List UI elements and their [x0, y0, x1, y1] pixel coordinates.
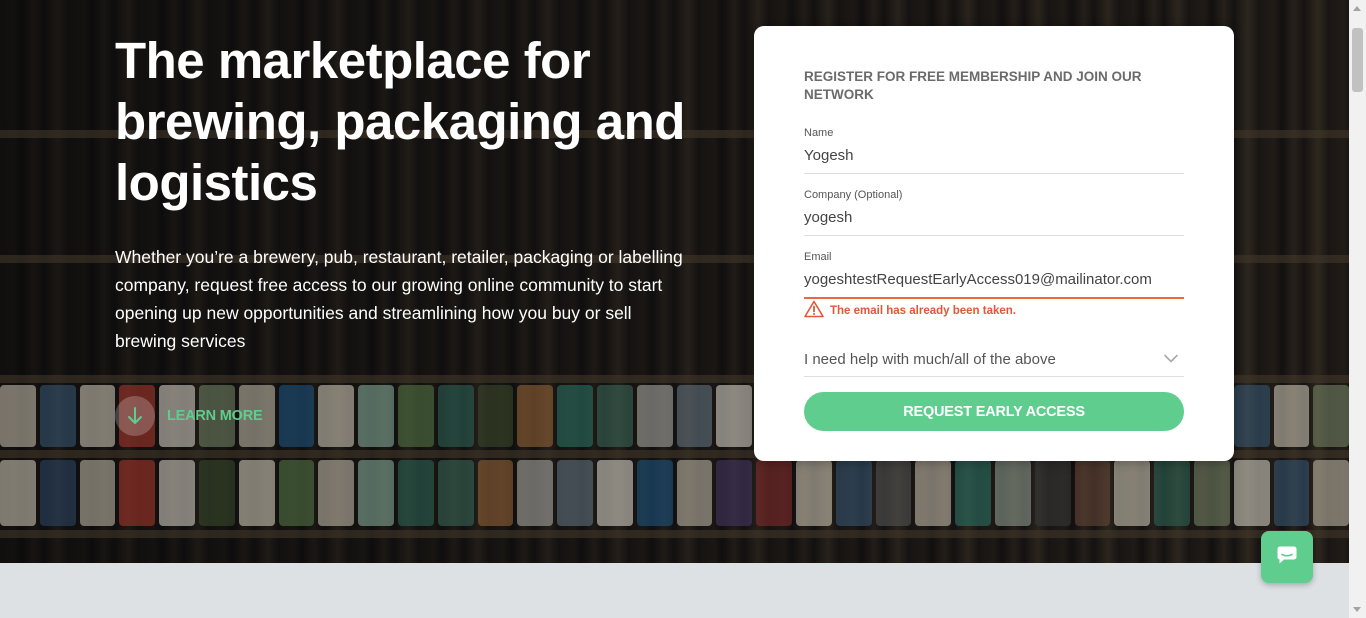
help-select-value: I need help with much/all of the above	[804, 350, 1056, 368]
form-title: REGISTER FOR FREE MEMBERSHIP AND JOIN OU…	[804, 69, 1142, 102]
email-error: The email has already been taken.	[804, 300, 1016, 321]
learn-more-label: LEARN MORE	[167, 408, 263, 424]
scroll-down-arrow[interactable]	[1353, 607, 1361, 612]
email-field-group: Email	[804, 250, 1184, 299]
hero-headline: The marketplace for brewing, packaging a…	[115, 32, 685, 211]
email-input[interactable]	[804, 264, 1184, 299]
chat-bubble-icon	[1276, 545, 1298, 570]
company-field-group: Company (Optional)	[804, 188, 1184, 236]
company-input[interactable]	[804, 202, 1184, 236]
help-select[interactable]: I need help with much/all of the above	[804, 342, 1184, 377]
email-label: Email	[804, 251, 832, 263]
scroll-thumb[interactable]	[1352, 28, 1363, 92]
warning-icon	[804, 300, 824, 321]
chat-widget-button[interactable]	[1261, 531, 1313, 583]
chevron-down-icon	[1164, 350, 1178, 368]
shelf-decoration	[0, 530, 1349, 538]
company-label: Company (Optional)	[804, 189, 903, 201]
hero-subtext: Whether you’re a brewery, pub, restauran…	[115, 247, 683, 351]
name-field-group: Name	[804, 126, 1184, 174]
scroll-up-arrow[interactable]	[1353, 6, 1361, 11]
page-scrollbar[interactable]	[1349, 0, 1366, 618]
learn-more-link[interactable]: LEARN MORE	[115, 396, 263, 436]
request-early-access-button[interactable]: REQUEST EARLY ACCESS	[804, 392, 1184, 431]
arrow-down-icon	[115, 396, 155, 436]
email-error-text: The email has already been taken.	[830, 304, 1016, 317]
registration-card: REGISTER FOR FREE MEMBERSHIP AND JOIN OU…	[754, 26, 1234, 461]
name-label: Name	[804, 127, 834, 139]
name-input[interactable]	[804, 140, 1184, 174]
background-cans	[0, 460, 1349, 526]
